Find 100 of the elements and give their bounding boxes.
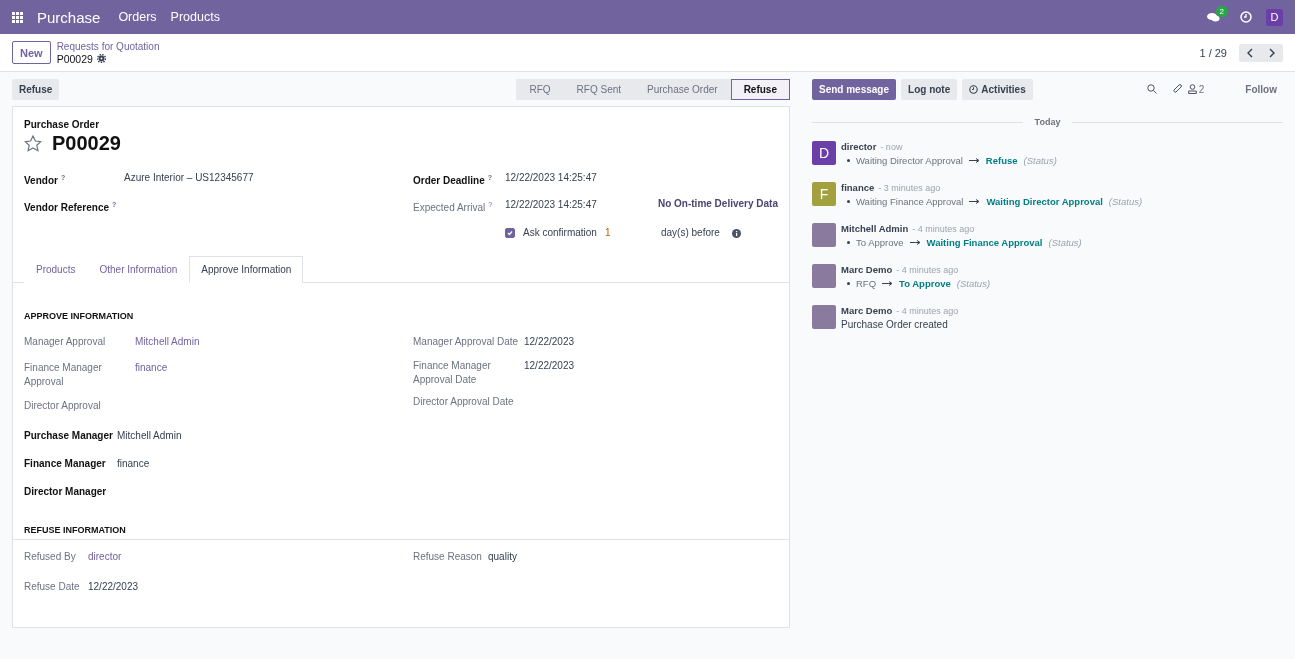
status-step[interactable]: RFQ (516, 78, 564, 100)
checkbox-label: Ask confirmation (523, 225, 597, 240)
field-label: Refuse Date (24, 579, 81, 594)
arrow-icon (968, 158, 980, 163)
message-author[interactable]: Marc Demo (841, 305, 893, 316)
info-icon[interactable] (731, 228, 741, 238)
status-step[interactable]: Purchase Order (634, 78, 731, 100)
old-value: Waiting Finance Approval (856, 196, 964, 207)
clock-icon (969, 84, 979, 94)
section-title: APPROVE INFORMATION (23, 310, 135, 321)
message-author[interactable]: Mitchell Admin (841, 223, 909, 234)
chat-icon[interactable] (1207, 11, 1220, 23)
new-value: Waiting Finance Approval (926, 237, 1043, 248)
old-value: To Approve (856, 237, 904, 248)
field-label: Purchase Manager (24, 428, 114, 443)
chatter-button[interactable]: Activities (962, 78, 1033, 100)
field-label: Finance Manager (24, 456, 107, 471)
clock-icon[interactable] (1240, 11, 1252, 23)
field-label: Refused By (24, 549, 77, 564)
message-author[interactable]: Marc Demo (841, 264, 893, 275)
message-count-badge: 2 (1215, 5, 1228, 17)
tracked-field: (Status) (1023, 155, 1057, 166)
tracked-field: (Status) (1108, 196, 1143, 207)
field-link[interactable]: director (88, 549, 122, 564)
field-value: 12/22/2023 14:25:47 (505, 171, 597, 185)
refuse-button[interactable]: Refuse (12, 78, 60, 100)
field-value: quality (488, 549, 517, 564)
letter-avatar: F (812, 182, 836, 206)
field-label: Refuse Reason (413, 549, 483, 564)
field-value: day(s) before (661, 225, 720, 240)
field-label: Order Deadline $^{?}$ (413, 173, 493, 189)
field-label: Director Approval (24, 398, 102, 413)
star-icon[interactable] (24, 135, 42, 152)
field-value: finance (117, 456, 150, 471)
followers-button[interactable]: 2 (1187, 83, 1205, 95)
field-value: 12/22/2023 14:25:47 (505, 198, 597, 213)
new-button[interactable]: New (12, 41, 51, 64)
message-author[interactable]: director (841, 141, 877, 152)
message-author[interactable]: finance (841, 182, 875, 193)
form-tab[interactable]: Approve Information (189, 255, 304, 283)
date-separator: Today (1034, 117, 1061, 127)
chevron-right-icon (1268, 47, 1276, 58)
new-value: To Approve (899, 278, 951, 289)
menu-item[interactable]: Orders (118, 10, 157, 24)
follow-button[interactable]: Follow (1239, 82, 1283, 96)
old-value: Waiting Director Approval (856, 155, 963, 166)
field-link[interactable]: Mitchell Admin (135, 334, 200, 349)
pager-counter: 1 / 29 (1199, 46, 1227, 59)
status-step[interactable]: RFQ Sent (563, 78, 635, 100)
tracked-field: (Status) (1048, 237, 1082, 248)
old-value: RFQ (856, 278, 877, 289)
field-value: 12/22/2023 (88, 579, 139, 594)
form-title-label: Purchase Order (24, 119, 101, 130)
arrow-icon (909, 240, 921, 245)
field-label: Manager Approval Date (413, 334, 520, 349)
message-time: - now (880, 141, 903, 152)
new-value: Waiting Director Approval (986, 196, 1103, 207)
gear-icon[interactable] (96, 54, 106, 63)
record-name: P00029 (56, 52, 93, 65)
field-label: Expected Arrival $^{?}$ (413, 200, 494, 216)
field-label: Vendor Reference $^{?}$ (24, 200, 118, 216)
tracked-field: (Status) (956, 278, 991, 289)
menu-item[interactable]: Products (170, 10, 220, 24)
field-label: Manager Approval (24, 334, 107, 349)
field-label: Vendor $^{?}$ (24, 173, 67, 189)
avatar-photo-placeholder (812, 264, 836, 288)
field-link[interactable]: finance (135, 360, 168, 375)
arrow-icon (969, 199, 981, 204)
app-name[interactable]: Purchase (37, 8, 101, 26)
message-body: Purchase Order created (841, 319, 949, 330)
user-avatar[interactable]: D (1266, 8, 1283, 26)
field-label: Finance Manager Approval Date (413, 358, 492, 387)
field-value: 1 (604, 225, 611, 240)
field-value: 12/22/2023 (524, 334, 575, 349)
letter-avatar: D (812, 141, 836, 165)
field-value: 12/22/2023 (524, 358, 575, 373)
avatar-photo-placeholder (812, 223, 836, 247)
record-title: P00029 (52, 132, 121, 155)
breadcrumb-link[interactable]: Requests for Quotation (56, 40, 160, 53)
field-label: Finance Manager Approval (24, 360, 103, 389)
chevron-left-icon (1246, 47, 1254, 58)
message-time: - 4 minutes ago (896, 264, 959, 275)
field-label: Director Approval Date (413, 394, 515, 409)
search-icon[interactable] (1146, 84, 1157, 94)
avatar-photo-placeholder (812, 305, 836, 329)
message-time: - 4 minutes ago (912, 223, 975, 234)
field-value: Azure Interior – US12345677 (124, 171, 254, 185)
delivery-data-label: No On-time Delivery Data (657, 198, 778, 210)
new-value: Refuse (985, 155, 1018, 166)
apps-grid-icon[interactable] (12, 11, 23, 23)
section-title: REFUSE INFORMATION (23, 524, 127, 535)
status-step[interactable]: Refuse (730, 78, 790, 100)
chatter-button[interactable]: Log note (901, 78, 958, 100)
field-value: Mitchell Admin (117, 428, 182, 443)
field-label: Director Manager (24, 484, 108, 499)
chatter-button[interactable]: Send message (812, 78, 897, 100)
message-time: - 4 minutes ago (896, 305, 959, 316)
message-time: - 3 minutes ago (878, 182, 941, 193)
arrow-icon (882, 281, 894, 286)
checkbox[interactable] (505, 227, 515, 238)
